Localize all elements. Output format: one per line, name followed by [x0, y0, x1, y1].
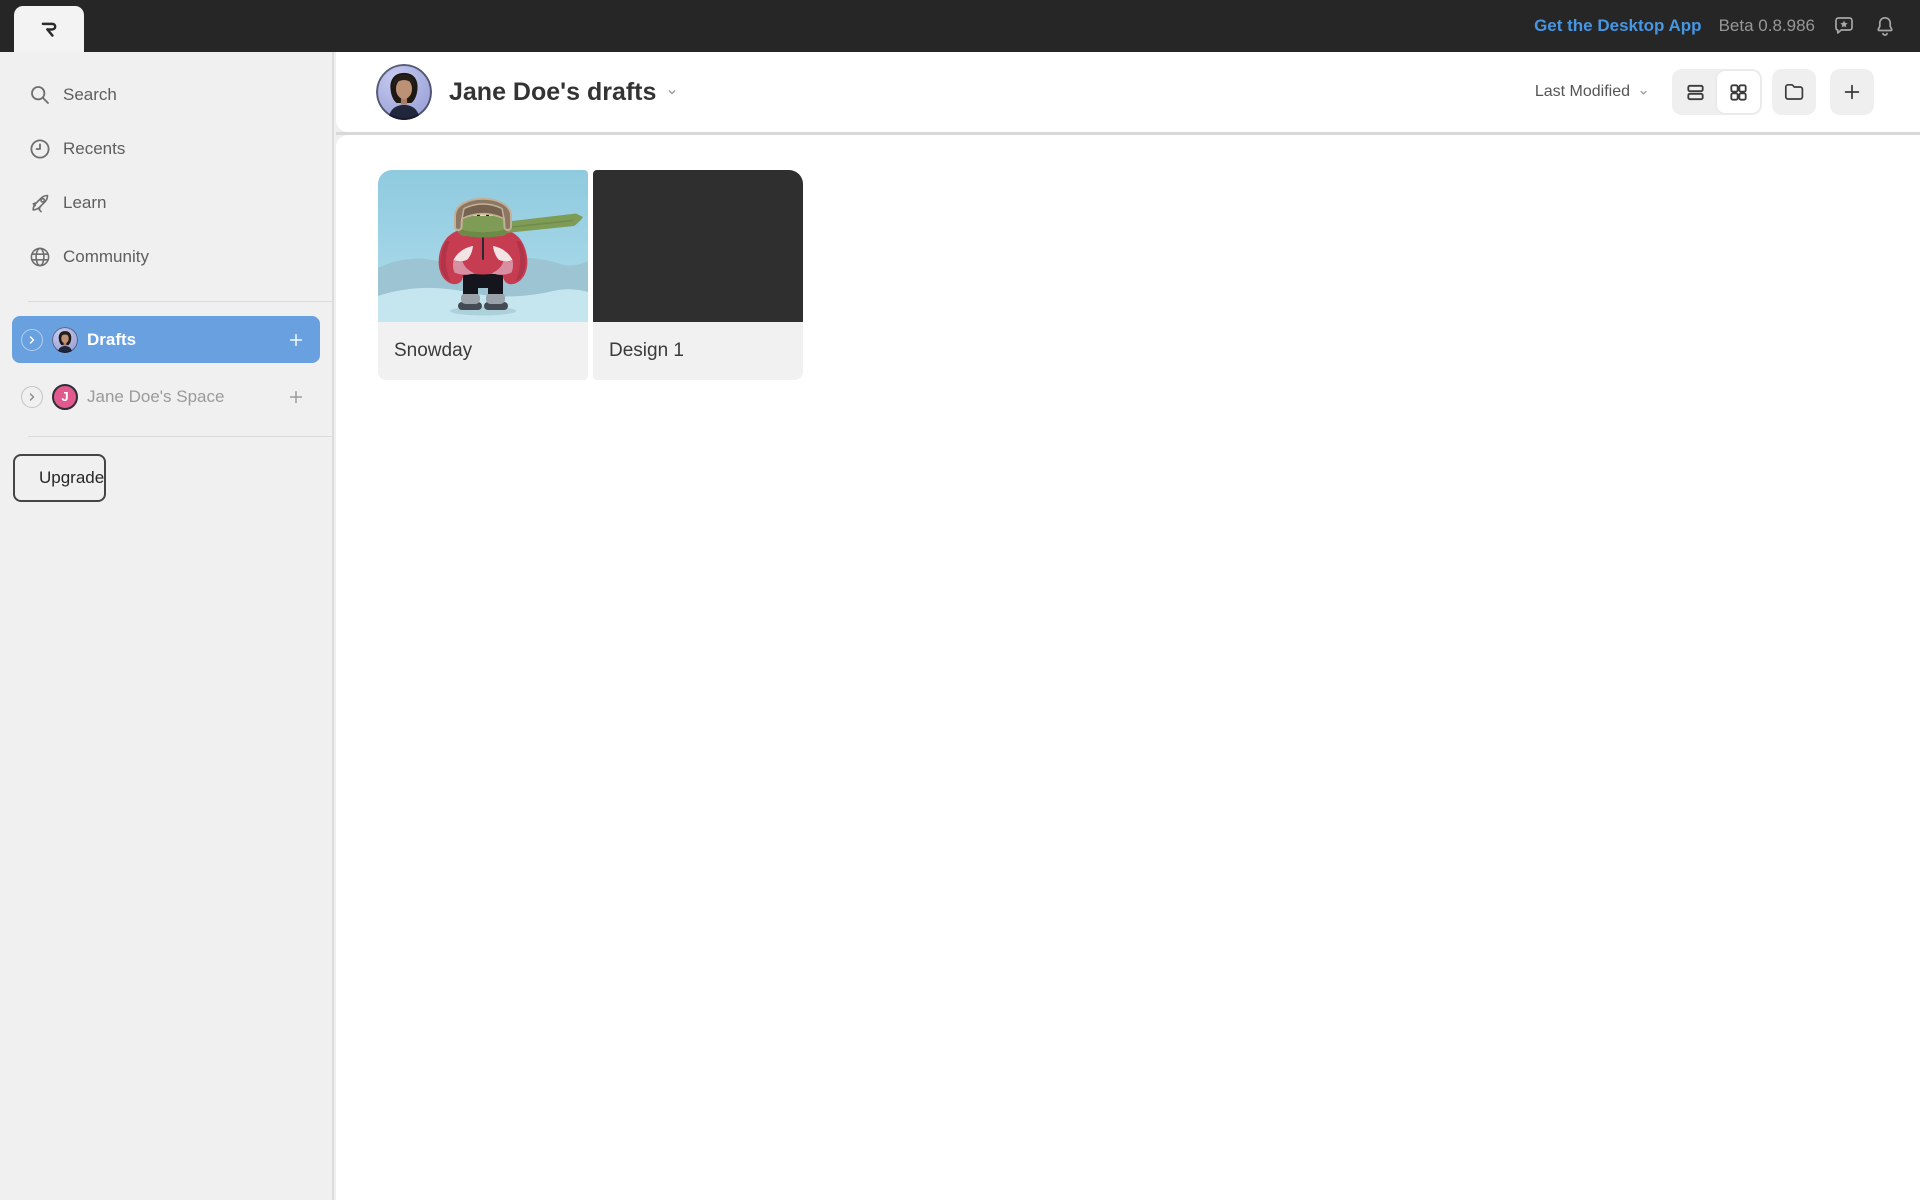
new-file-button[interactable] — [1830, 69, 1874, 115]
list-view-button[interactable] — [1674, 71, 1717, 113]
beta-version-label: Beta 0.8.986 — [1718, 16, 1815, 35]
sidebar-nav: Search Recents Learn Community — [0, 52, 332, 284]
sidebar-item-learn[interactable]: Learn — [0, 176, 332, 230]
files-panel: Snowday Design 1 — [336, 135, 1920, 1200]
sidebar-space-drafts[interactable]: Drafts — [12, 316, 320, 363]
sidebar-divider — [28, 301, 332, 302]
page-title[interactable]: Jane Doe's drafts — [449, 78, 656, 107]
expand-chevron-icon[interactable] — [21, 385, 43, 408]
sort-dropdown[interactable]: Last Modified — [1535, 83, 1650, 101]
sidebar: Search Recents Learn Community Drafts J … — [0, 52, 334, 1200]
folder-icon — [1782, 80, 1806, 104]
globe-icon — [28, 245, 52, 269]
topbar-actions: Get the Desktop App Beta 0.8.986 — [1534, 0, 1897, 52]
content-header: Jane Doe's drafts Last Modified — [336, 52, 1920, 132]
plus-icon — [1841, 81, 1863, 103]
search-icon — [28, 83, 52, 107]
drafts-avatar — [52, 327, 78, 353]
add-file-plus-icon[interactable] — [286, 387, 306, 407]
sidebar-item-label: Community — [63, 247, 149, 266]
upgrade-button[interactable]: Upgrade — [13, 454, 107, 502]
rive-logo-icon — [34, 14, 64, 44]
grid-view-icon — [1727, 81, 1750, 104]
rocket-icon — [28, 191, 52, 215]
grid-view-button[interactable] — [1717, 71, 1760, 113]
view-mode-toggle — [1672, 69, 1762, 115]
sidebar-item-label: Learn — [63, 193, 107, 212]
list-view-icon — [1684, 81, 1707, 104]
sidebar-item-label: Recents — [63, 139, 126, 158]
expand-chevron-icon[interactable] — [21, 328, 43, 351]
file-card-design-1[interactable]: Design 1 — [593, 170, 803, 380]
sidebar-item-recents[interactable]: Recents — [0, 122, 332, 176]
file-name: Design 1 — [593, 322, 803, 380]
notifications-bell-icon[interactable] — [1873, 14, 1897, 38]
file-grid: Snowday Design 1 — [378, 170, 1920, 380]
main-area: Jane Doe's drafts Last Modified Snowday … — [336, 52, 1920, 1200]
space-label: Jane Doe's Space — [87, 386, 225, 406]
chevron-down-icon — [1637, 86, 1650, 99]
topbar: Get the Desktop App Beta 0.8.986 — [0, 0, 1920, 52]
rive-logo-tab[interactable] — [14, 6, 84, 52]
clock-icon — [28, 137, 52, 161]
sidebar-divider — [28, 436, 332, 437]
get-desktop-app-link[interactable]: Get the Desktop App — [1534, 16, 1702, 36]
feedback-bubble-star-icon[interactable] — [1832, 14, 1856, 38]
file-name: Snowday — [378, 322, 588, 380]
add-file-plus-icon[interactable] — [286, 330, 306, 350]
sidebar-space-jane-does-space[interactable]: J Jane Doe's Space — [12, 373, 320, 420]
design-1-thumbnail — [593, 170, 803, 322]
sidebar-item-label: Search — [63, 85, 117, 104]
snowday-thumbnail — [378, 170, 588, 322]
new-folder-button[interactable] — [1772, 69, 1816, 115]
title-chevron-down-icon[interactable] — [665, 85, 679, 99]
space-initial-avatar: J — [52, 383, 78, 410]
sidebar-item-community[interactable]: Community — [0, 230, 332, 284]
file-card-snowday[interactable]: Snowday — [378, 170, 588, 380]
space-label: Drafts — [87, 329, 137, 349]
sort-label: Last Modified — [1534, 83, 1630, 100]
sidebar-item-search[interactable]: Search — [0, 68, 332, 122]
drafts-owner-avatar[interactable] — [376, 64, 432, 120]
